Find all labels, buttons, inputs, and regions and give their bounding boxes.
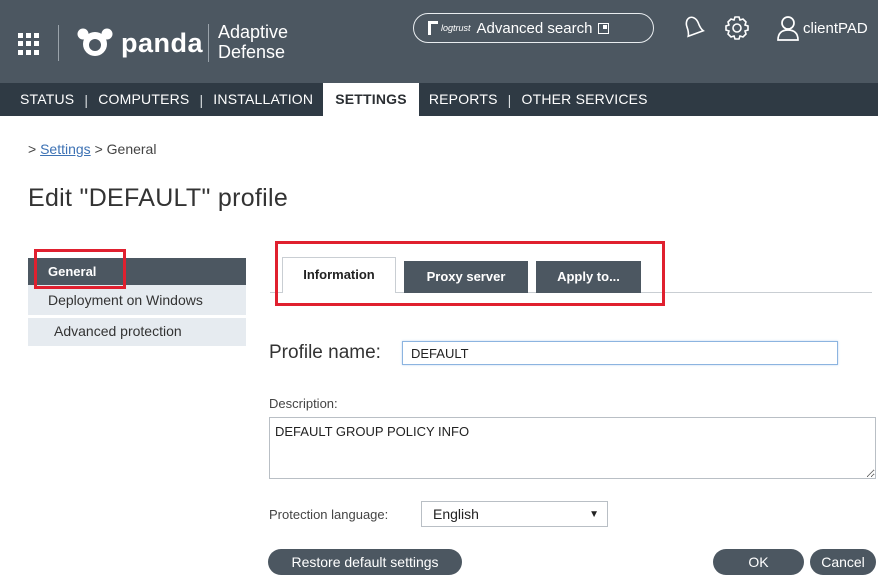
cancel-button[interactable]: Cancel [810, 549, 876, 575]
nav-computers[interactable]: COMPUTERS [98, 83, 189, 116]
panda-logo: panda [77, 23, 203, 63]
logtrust-icon [428, 21, 438, 35]
breadcrumb-current: General [106, 141, 157, 157]
top-header: panda Adaptive Defense logtrust Advanced… [0, 0, 878, 83]
sidebar-item-general[interactable]: General [28, 258, 246, 285]
nav-installation[interactable]: INSTALLATION [213, 83, 313, 116]
settings-sidebar: General Deployment on Windows Advanced p… [28, 258, 246, 346]
nav-settings[interactable]: SETTINGS [323, 83, 419, 116]
user-icon [777, 16, 799, 41]
nav-other-services[interactable]: OTHER SERVICES [521, 83, 647, 116]
advanced-search-button[interactable]: logtrust Advanced search [413, 13, 654, 43]
product-name-line2: Defense [218, 42, 286, 62]
breadcrumb: > Settings > General [28, 141, 156, 157]
protection-language-value: English [433, 506, 479, 522]
protection-language-label: Protection language: [269, 507, 389, 522]
page-title: Edit "DEFAULT" profile [28, 184, 289, 212]
nav-separator: | [199, 91, 204, 108]
chevron-down-icon: ▼ [589, 508, 599, 520]
gear-icon[interactable] [724, 15, 750, 41]
profile-name-label: Profile name: [269, 342, 381, 363]
ok-button[interactable]: OK [713, 549, 804, 575]
main-nav: STATUS | COMPUTERS | INSTALLATION SETTIN… [0, 83, 878, 116]
panda-logo-icon [77, 28, 113, 56]
breadcrumb-link-settings[interactable]: Settings [40, 141, 91, 157]
restore-default-settings-button[interactable]: Restore default settings [268, 549, 462, 575]
product-name: Adaptive Defense [218, 22, 288, 62]
tab-proxy-server[interactable]: Proxy server [404, 261, 528, 293]
header-divider [58, 25, 59, 61]
sidebar-item-advanced-protection[interactable]: Advanced protection [28, 318, 246, 346]
user-menu[interactable]: clientPAD [777, 13, 868, 43]
header-divider [208, 24, 209, 62]
nav-separator: | [84, 91, 89, 108]
description-textarea[interactable]: DEFAULT GROUP POLICY INFO [269, 417, 876, 479]
tab-information[interactable]: Information [282, 257, 396, 293]
external-link-icon [598, 22, 610, 34]
tab-apply-to[interactable]: Apply to... [536, 261, 641, 293]
nav-status[interactable]: STATUS [20, 83, 74, 116]
user-name: clientPAD [803, 19, 868, 37]
logtrust-label: logtrust [441, 23, 471, 33]
product-name-line1: Adaptive [218, 22, 289, 42]
breadcrumb-prefix: > [28, 141, 37, 157]
protection-language-select[interactable]: English ▼ [421, 501, 608, 527]
nav-reports[interactable]: REPORTS [429, 83, 498, 116]
sidebar-item-deployment-windows[interactable]: Deployment on Windows [28, 285, 246, 315]
advanced-search-label: Advanced search [476, 19, 593, 37]
breadcrumb-separator: > [94, 141, 103, 157]
apps-grid-icon[interactable] [18, 33, 40, 55]
profile-name-input[interactable] [402, 341, 838, 365]
description-label: Description: [269, 396, 338, 411]
bell-icon[interactable] [681, 14, 705, 42]
brand-name: panda [121, 27, 204, 58]
nav-separator: | [507, 91, 512, 108]
